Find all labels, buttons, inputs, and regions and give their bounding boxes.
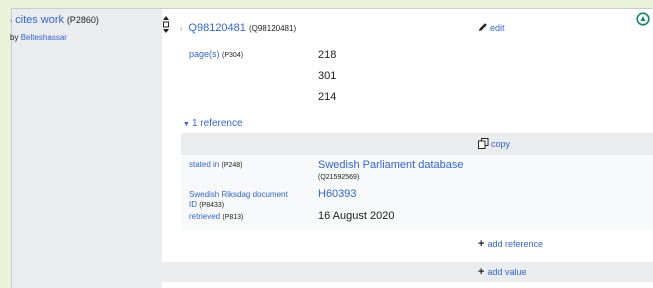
bullet-icon: › [10,18,13,25]
qualifier-value: 214 [318,91,337,103]
toggle-arrow-icon: ▼ [183,121,190,128]
add-value-bar [162,262,653,282]
item-link[interactable]: Q98120481 [188,22,246,34]
rank-selector-icon[interactable] [163,16,169,34]
footer-strip [162,282,653,288]
reference-prop-id: (P8433) [199,202,225,209]
by-user-link[interactable]: Belteshassar [21,33,67,42]
reference-value-link[interactable]: Swedish Parliament database [318,159,464,171]
reference-prop-id: (P813) [222,214,244,221]
reference-prop-link[interactable]: stated in [189,160,219,169]
reference-prop-label: Swedish Riksdag document ID (P8433) [189,190,289,211]
reference-header [181,133,653,155]
qualifier-label: page(s) (P304) [189,49,243,59]
reference-prop-id: (P248) [221,162,243,169]
edit-button[interactable]: edit [478,22,505,33]
reference-date: 16 August 2020 [318,210,395,222]
property-label: › cites work (P2860) [10,14,99,26]
references-count: 1 reference [191,118,243,129]
qualifier-value: 301 [318,70,337,82]
reference-value: Swedish Parliament database (Q21592569) [318,159,464,181]
reference-prop-label: stated in (P248) [189,160,243,171]
references-toggle[interactable]: ▼ 1 reference [183,118,243,129]
add-value-label: add value [487,267,527,277]
by-prefix: by [10,33,19,42]
add-reference-button[interactable]: + add reference [478,238,543,250]
reference-value-link[interactable]: H60393 [318,188,357,200]
by-label: by Belteshassar [10,33,67,42]
bullet-icon: › [180,26,183,33]
qualifier-id: (P304) [222,52,244,59]
reference-value-id: (Q21592569) [318,174,360,181]
reference-value: 16 August 2020 [318,210,394,222]
item-id: (Q98120481) [248,24,297,33]
plus-icon: + [478,266,485,278]
add-reference-label: add reference [487,239,543,249]
plus-icon: + [478,238,485,250]
add-value-button[interactable]: + add value [478,266,526,278]
copy-label: copy [491,139,511,149]
reference-prop-link[interactable]: retrieved [189,212,220,221]
pencil-icon [479,23,487,31]
qualifier-link[interactable]: page(s) [189,49,220,59]
property-column [12,9,162,288]
property-id: (P2860) [66,15,99,25]
edit-label: edit [490,23,505,33]
status-circle-icon[interactable] [636,12,650,26]
copy-icon [478,138,489,149]
copy-button[interactable]: copy [478,138,510,149]
statement-value: › Q98120481 (Q98120481) [180,22,296,34]
qualifier-value: 218 [318,49,337,61]
property-link[interactable]: cites work [15,14,64,26]
reference-value: H60393 [318,188,357,200]
reference-prop-label: retrieved (P813) [189,212,243,223]
